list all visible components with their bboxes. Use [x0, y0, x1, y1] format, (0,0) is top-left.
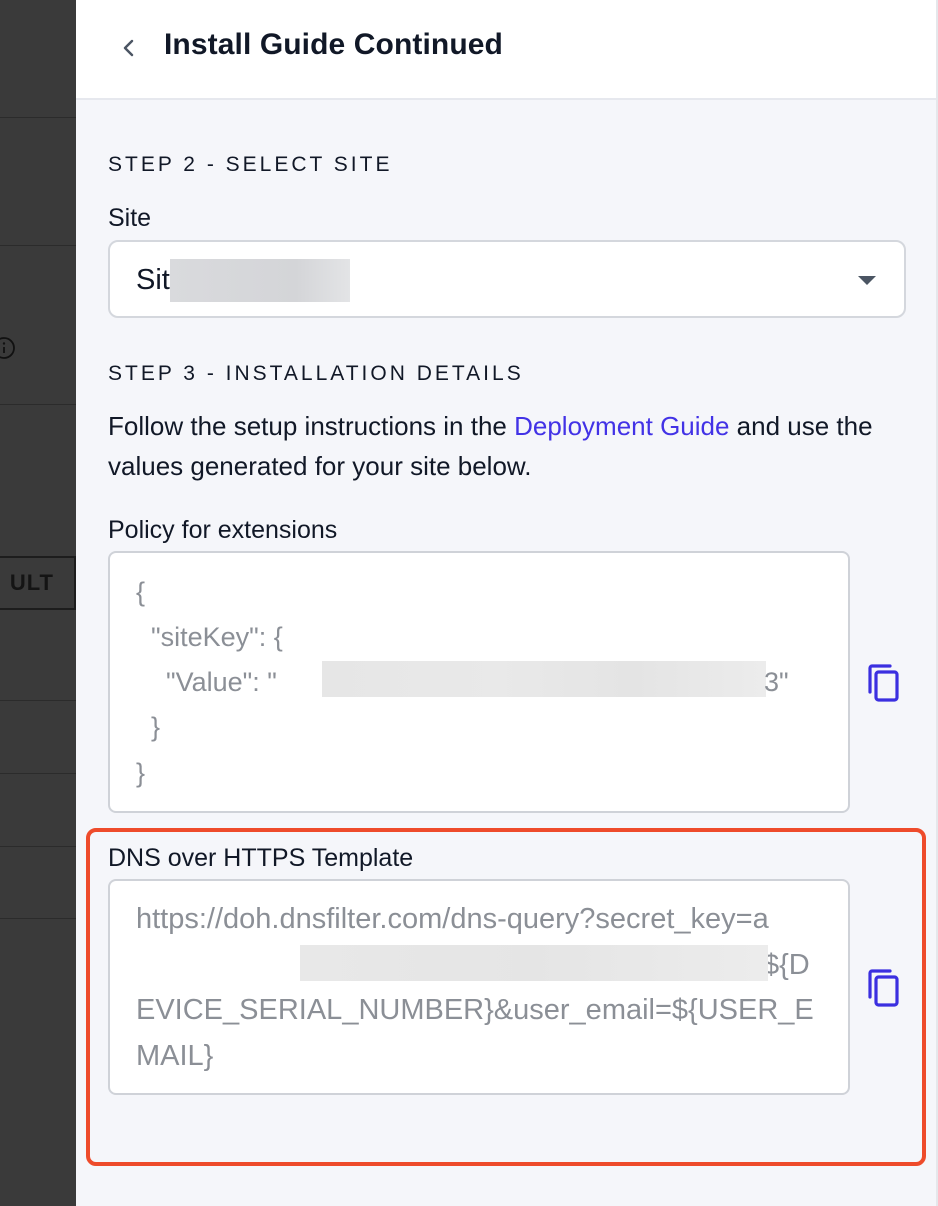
- doh-template-box[interactable]: https://doh.dnsfilter.com/dns-query?secr…: [108, 879, 850, 1095]
- policy-line: 3": [764, 667, 789, 697]
- background-app-overlay: ULT: [0, 0, 76, 1206]
- policy-line: "siteKey": {: [136, 622, 283, 652]
- divider: [0, 846, 76, 847]
- redacted-site-name: [170, 259, 350, 302]
- policy-line: }: [136, 758, 146, 788]
- policy-label: Policy for extensions: [108, 516, 338, 544]
- copy-policy-icon[interactable]: [864, 662, 902, 704]
- divider: [0, 404, 76, 405]
- policy-line: "Value": ": [136, 667, 277, 697]
- policy-line: {: [136, 577, 146, 607]
- background-chip-label: ULT: [9, 570, 54, 595]
- redacted-secret-key: [300, 945, 768, 981]
- site-select-value: Sit: [136, 264, 170, 296]
- divider: [0, 700, 76, 701]
- divider: [0, 773, 76, 774]
- doh-template-value: https://doh.dnsfilter.com/dns-query?secr…: [136, 897, 826, 1079]
- doh-template-start: https://doh.dnsfilter.com/dns-query?secr…: [136, 903, 769, 935]
- instructions-text: Follow the setup instructions in the: [108, 411, 515, 441]
- background-chip: ULT: [0, 556, 76, 610]
- divider: [0, 918, 76, 919]
- redacted-site-key: [322, 661, 766, 697]
- caret-down-icon: [858, 276, 876, 285]
- info-icon: [0, 337, 15, 359]
- step2-heading: STEP 2 - SELECT SITE: [108, 153, 393, 176]
- site-select[interactable]: Sit: [108, 240, 906, 318]
- copy-doh-template-icon[interactable]: [864, 967, 902, 1009]
- panel-header: Install Guide Continued: [76, 0, 936, 100]
- install-guide-panel: Install Guide Continued STEP 2 - SELECT …: [76, 0, 938, 1206]
- deployment-guide-link[interactable]: Deployment Guide: [514, 411, 729, 441]
- divider: [0, 245, 76, 246]
- panel-title: Install Guide Continued: [164, 28, 503, 61]
- doh-template-label: DNS over HTTPS Template: [108, 844, 414, 872]
- divider: [0, 117, 76, 118]
- back-chevron-icon[interactable]: [116, 34, 142, 62]
- step3-heading: STEP 3 - INSTALLATION DETAILS: [108, 362, 524, 385]
- setup-instructions: Follow the setup instructions in the Dep…: [108, 406, 908, 486]
- site-label: Site: [108, 204, 152, 232]
- policy-line: }: [136, 712, 161, 742]
- policy-code-box[interactable]: { "siteKey": { "Value": " 3" } }: [108, 551, 850, 813]
